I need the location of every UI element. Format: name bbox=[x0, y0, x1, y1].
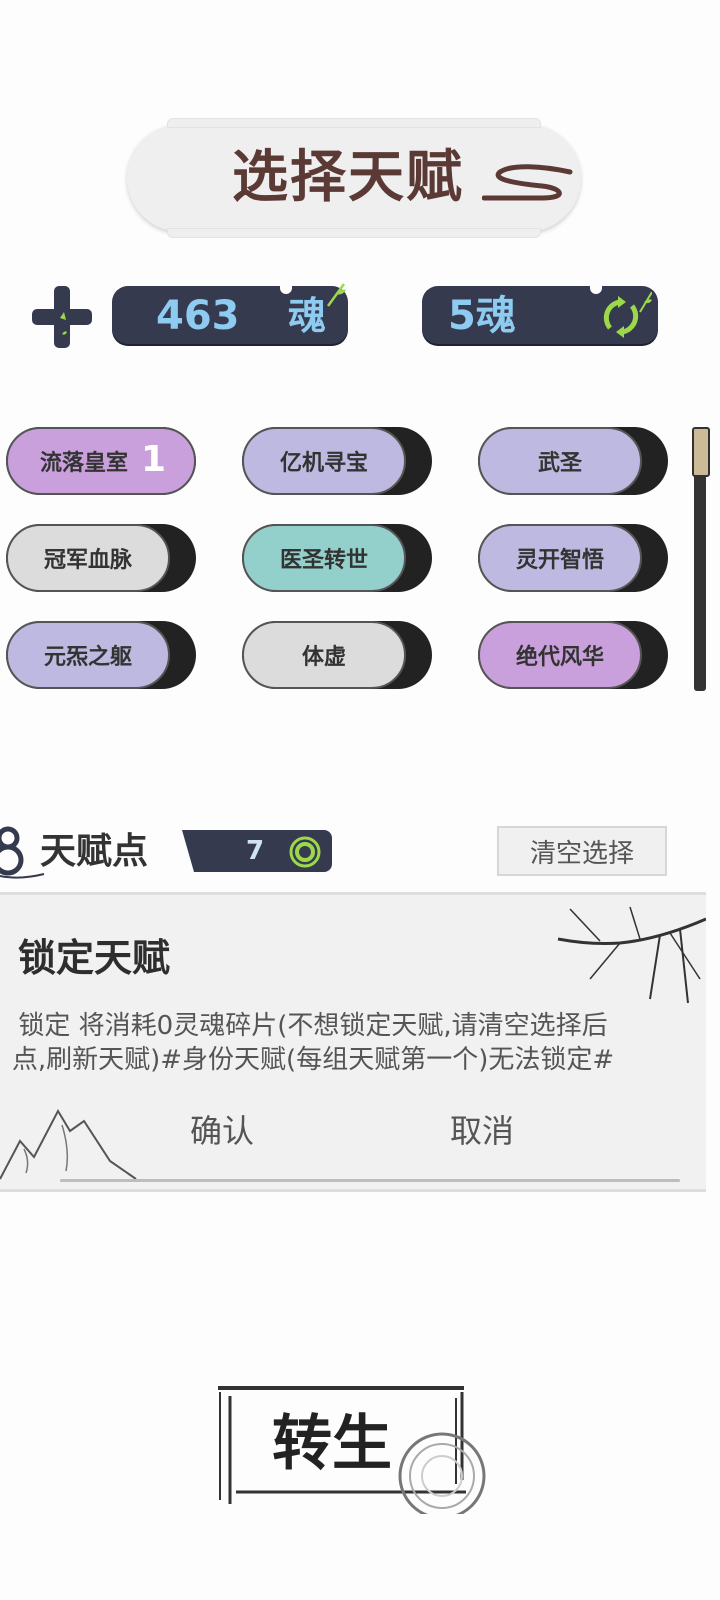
title-plaque: 选择天赋 bbox=[127, 118, 581, 238]
talent-label: 医圣转世 bbox=[279, 548, 368, 573]
page-title: 选择天赋 bbox=[232, 145, 464, 210]
clear-selection-button[interactable]: 清空选择 bbox=[497, 826, 667, 876]
refresh-cost-button[interactable]: 5魂 bbox=[422, 284, 658, 344]
talent-button[interactable]: 武圣 bbox=[478, 427, 668, 495]
ring-icon bbox=[289, 836, 321, 868]
talent-button[interactable]: 亿机寻宝 bbox=[242, 427, 432, 495]
talent-button[interactable]: 体虚 bbox=[242, 621, 432, 689]
mountain-decoration bbox=[0, 1108, 137, 1180]
talent-button[interactable]: 灵开智悟 bbox=[478, 524, 668, 592]
talent-points-value: 7 bbox=[246, 836, 265, 866]
refresh-cost-value: 5魂 bbox=[448, 293, 516, 339]
rebirth-label: 转生 bbox=[272, 1409, 392, 1479]
dialog-message: 锁定 将消耗0灵魂碎片(不想锁定天赋,请清空选择后点,刷新天赋)#身份天赋(每组… bbox=[11, 1011, 615, 1075]
branch-decoration bbox=[557, 906, 706, 1004]
talent-button[interactable]: 绝代风华 bbox=[478, 621, 668, 689]
soul-count-value: 463 bbox=[156, 293, 240, 339]
talent-button[interactable]: 元炁之躯 bbox=[6, 621, 196, 689]
lock-talent-dialog: 锁定天赋 锁定 将消耗0灵魂碎片(不想锁定天赋,请清空选择后点,刷新天赋)#身份… bbox=[0, 892, 706, 1192]
plus-cross-icon[interactable] bbox=[30, 284, 94, 350]
talent-label: 流落皇室 bbox=[39, 451, 128, 476]
refresh-icon bbox=[603, 292, 652, 338]
talent-label: 冠军血脉 bbox=[43, 548, 132, 573]
cloud-swirl-icon bbox=[482, 164, 573, 201]
rebirth-button[interactable]: 转生 bbox=[216, 1384, 494, 1514]
talent-points-label: 天赋点 bbox=[40, 831, 149, 872]
talent-points-counter: 7 bbox=[182, 830, 332, 872]
divider bbox=[60, 1179, 680, 1182]
talent-label: 体虚 bbox=[301, 645, 346, 670]
talent-count-badge: 1 bbox=[140, 439, 166, 480]
talent-button[interactable]: 流落皇室 1 bbox=[6, 427, 196, 495]
soul-counter: 463 魂 bbox=[112, 283, 348, 344]
confirm-button[interactable]: 确认 bbox=[190, 1109, 254, 1153]
cancel-button[interactable]: 取消 bbox=[450, 1109, 514, 1153]
leaf-icon bbox=[326, 283, 346, 307]
talent-button[interactable]: 医圣转世 bbox=[242, 524, 432, 592]
talent-label: 绝代风华 bbox=[515, 645, 604, 670]
talent-label: 元炁之躯 bbox=[43, 645, 132, 670]
next-page-tab[interactable] bbox=[692, 427, 710, 691]
talent-label: 灵开智悟 bbox=[515, 548, 604, 573]
dialog-title: 锁定天赋 bbox=[18, 936, 171, 980]
talent-label: 武圣 bbox=[537, 451, 582, 476]
soul-unit-label: 魂 bbox=[288, 294, 327, 338]
talent-button[interactable]: 冠军血脉 bbox=[6, 524, 196, 592]
talent-label: 亿机寻宝 bbox=[279, 451, 368, 476]
